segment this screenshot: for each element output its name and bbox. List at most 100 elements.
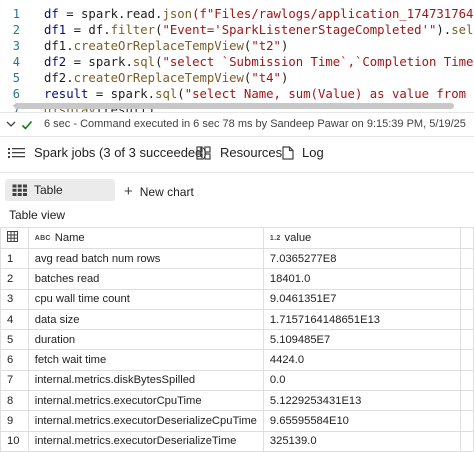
name-cell[interactable]: internal.metrics.executorDeserializeTime — [27, 430, 264, 452]
row-index-cell[interactable]: 3 — [0, 288, 29, 310]
code-token: df1. — [44, 39, 74, 53]
execution-status: 6 sec - Command executed in 6 sec 78 ms … — [0, 112, 474, 136]
line-number: 5 — [12, 71, 20, 85]
name-cell[interactable]: internal.metrics.executorCpuTime — [27, 390, 264, 412]
value-cell[interactable]: 4424.0 — [262, 349, 461, 371]
tab-table-label: Table — [34, 183, 63, 197]
code-text: df2 = spark.sql("select `Submission Time… — [44, 54, 474, 70]
code-line[interactable]: 5 df2.createOrReplaceTempView("t4") — [0, 70, 474, 86]
spark-jobs-label: Spark jobs (3 of 3 succeeded) — [34, 145, 207, 160]
new-chart-button[interactable]: + New chart — [124, 183, 194, 200]
resources-link[interactable]: Resources — [196, 145, 282, 160]
row-index-cell[interactable]: 1 — [0, 247, 29, 270]
code-token: = spark. — [88, 87, 156, 101]
check-icon — [21, 120, 33, 130]
new-chart-label: New chart — [139, 184, 194, 199]
table-row[interactable]: 2 batches read 18401.0 — [0, 268, 474, 290]
table-row[interactable]: 4 data size 1.7157164148651E13 — [0, 308, 474, 331]
column-header-name[interactable]: ABC Name — [27, 227, 264, 249]
code-token: df — [44, 7, 59, 21]
code-token: createOrReplaceTempView — [73, 71, 244, 85]
table-row[interactable]: 1 avg read batch num rows 7.0365277E8 — [0, 247, 474, 270]
name-cell[interactable]: data size — [27, 308, 264, 331]
code-token: = spark. — [66, 55, 133, 69]
code-token: "t2" — [251, 39, 281, 53]
table-row[interactable]: 7 internal.metrics.diskBytesSpilled 0.0 — [0, 369, 474, 392]
table-row[interactable]: 3 cpu wall time count 9.0461351E7 — [0, 288, 474, 310]
name-cell[interactable]: cpu wall time count — [27, 288, 264, 310]
name-cell[interactable]: avg read batch num rows — [27, 247, 264, 270]
value-cell[interactable]: 7.0365277E8 — [262, 247, 461, 270]
value-cell[interactable]: 18401.0 — [262, 268, 461, 290]
value-cell[interactable]: 9.65595584E10 — [262, 410, 461, 432]
table-row[interactable]: 10 internal.metrics.executorDeserializeTi… — [0, 430, 474, 452]
filler-cell — [459, 390, 474, 412]
value-cell[interactable]: 0.0 — [262, 369, 461, 392]
row-index-cell[interactable]: 8 — [0, 390, 29, 412]
filler-cell — [459, 247, 474, 270]
column-header-filler — [459, 227, 474, 249]
code-cell[interactable]: 1 df = spark.read.json(f"Files/rawlogs/ap… — [0, 0, 474, 112]
log-label: Log — [302, 145, 324, 160]
status-text: 6 sec - Command executed in 6 sec 78 ms … — [44, 118, 466, 130]
name-cell[interactable]: internal.metrics.diskBytesSpilled — [27, 369, 264, 392]
value-cell[interactable]: 325139.0 — [262, 430, 461, 452]
spark-jobs-link[interactable]: Spark jobs (3 of 3 succeeded) — [8, 145, 207, 160]
line-number: 6 — [12, 87, 20, 101]
table-row[interactable]: 5 duration 5.109485E7 — [0, 329, 474, 351]
text-type-icon: ABC — [34, 235, 51, 242]
code-token: ) — [280, 71, 289, 85]
table-icon — [12, 184, 27, 196]
code-token: "select `Submission Time`,`Completion Ti… — [162, 55, 474, 69]
table-view-title: Table view — [9, 208, 66, 222]
code-token: sql — [132, 55, 156, 69]
results-table: ABC Name 1.2 value 1 avg read batch num row… — [0, 227, 474, 452]
value-cell[interactable]: 5.1229253431E13 — [262, 390, 461, 412]
row-index-cell[interactable]: 6 — [0, 349, 29, 371]
code-line[interactable]: 1 df = spark.read.json(f"Files/rawlogs/ap… — [0, 6, 474, 22]
document-icon — [282, 145, 294, 160]
view-tabs: Table + New chart — [0, 172, 474, 206]
value-cell[interactable]: 5.109485E7 — [262, 329, 461, 351]
value-cell[interactable]: 1.7157164148651E13 — [262, 308, 461, 331]
chevron-down-icon[interactable] — [6, 119, 16, 129]
column-header-value[interactable]: 1.2 value — [262, 227, 461, 249]
code-line[interactable]: 6 result = spark.sql("select Name, sum(Va… — [0, 86, 474, 102]
name-cell[interactable]: internal.metrics.executorDeserializeCpuT… — [27, 410, 264, 432]
code-token: = spark.read. — [58, 7, 163, 21]
code-token: ( — [177, 87, 185, 101]
name-cell[interactable]: batches read — [27, 268, 264, 290]
horizontal-scrollbar[interactable] — [14, 103, 454, 109]
row-index-header[interactable] — [0, 227, 29, 249]
code-line[interactable]: 2 df1 = df.filter("Event='SparkListenerSt… — [0, 22, 474, 38]
code-token: filter — [110, 23, 156, 37]
table-row[interactable]: 9 internal.metrics.executorDeserializeCpu… — [0, 410, 474, 432]
code-token: ) — [280, 39, 289, 53]
value-cell[interactable]: 9.0461351E7 — [262, 288, 461, 310]
log-link[interactable]: Log — [282, 145, 324, 160]
row-index-cell[interactable]: 2 — [0, 268, 29, 290]
line-number: 2 — [12, 23, 20, 37]
row-index-cell[interactable]: 9 — [0, 410, 29, 432]
filler-cell — [459, 288, 474, 310]
row-index-cell[interactable]: 4 — [0, 308, 29, 331]
filler-cell — [459, 268, 474, 290]
code-token: = df. — [66, 23, 111, 37]
plus-icon: + — [124, 183, 133, 200]
table-row[interactable]: 8 internal.metrics.executorCpuTime 5.12292… — [0, 390, 474, 412]
list-icon — [8, 147, 25, 158]
filler-cell — [459, 329, 474, 351]
code-line[interactable]: 3 df1.createOrReplaceTempView("t2") — [0, 38, 474, 54]
job-toolbar: Spark jobs (3 of 3 succeeded) Resources … — [0, 136, 474, 169]
code-line[interactable]: 4 df2 = spark.sql("select `Submission Tim… — [0, 54, 474, 70]
row-index-cell[interactable]: 5 — [0, 329, 29, 351]
filler-cell — [459, 430, 474, 452]
tab-table[interactable]: Table — [5, 179, 115, 201]
code-token: df2 — [44, 55, 67, 69]
table-header-row: ABC Name 1.2 value — [0, 227, 474, 249]
row-index-cell[interactable]: 10 — [0, 430, 29, 452]
name-cell[interactable]: duration — [27, 329, 264, 351]
row-index-cell[interactable]: 7 — [0, 369, 29, 392]
name-cell[interactable]: fetch wait time — [27, 349, 264, 371]
table-row[interactable]: 6 fetch wait time 4424.0 — [0, 349, 474, 371]
